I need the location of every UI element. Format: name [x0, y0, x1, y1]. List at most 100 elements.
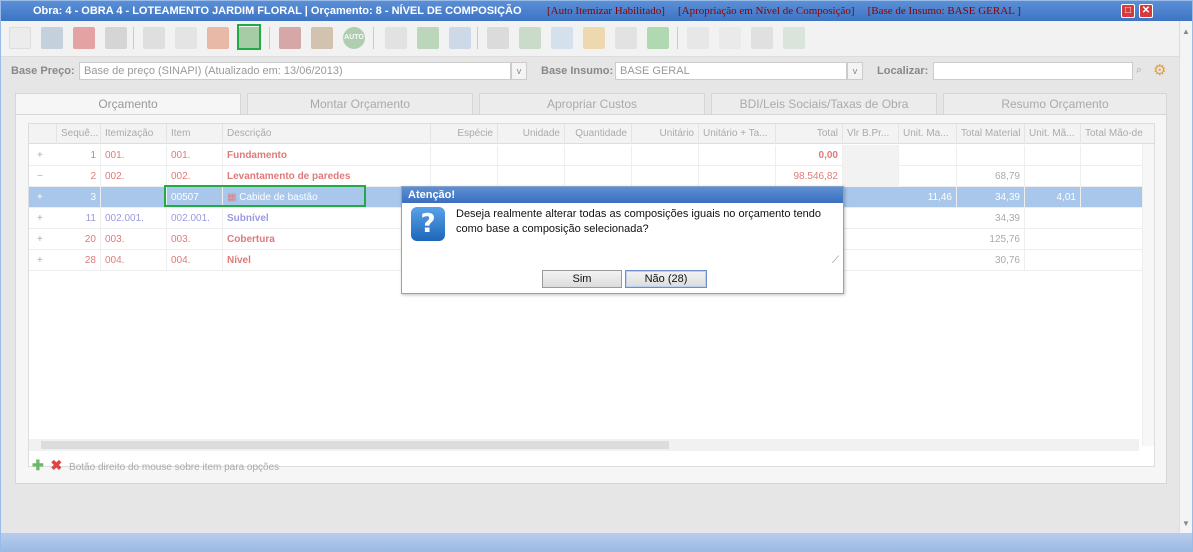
tab-orcamento[interactable]: Orçamento [15, 93, 241, 115]
cursor-icon[interactable] [487, 27, 509, 49]
paste-icon[interactable] [175, 27, 197, 49]
restore-button[interactable]: □ [1121, 4, 1135, 18]
new-document-icon[interactable] [9, 27, 31, 49]
cell-descricao: Nível [223, 250, 431, 271]
bar-chart-icon[interactable] [583, 27, 605, 49]
cell-seq: 20 [57, 229, 101, 250]
search-icon[interactable]: ⌕ [1136, 64, 1142, 77]
tools-icon[interactable] [751, 27, 773, 49]
vertical-scrollbar[interactable]: ▲ ▼ [1179, 21, 1192, 533]
resize-grip-icon[interactable]: ⟋ [832, 255, 839, 266]
expand-icon[interactable]: + [33, 229, 57, 250]
tab-apropriar-custos[interactable]: Apropriar Custos [479, 93, 705, 114]
cell-total-material: 34,39 [957, 187, 1025, 208]
col-total-material[interactable]: Total Material [957, 124, 1025, 144]
cell-total: 0,00 [776, 145, 843, 166]
base-preco-label: Base Preço: [11, 65, 75, 77]
list-icon[interactable] [279, 27, 301, 49]
cell-seq: 2 [57, 166, 101, 187]
col-unitario-taxa[interactable]: Unitário + Ta... [699, 124, 776, 144]
expand-icon[interactable]: + [33, 208, 57, 229]
cell-vlr-bpr [843, 166, 899, 187]
toolbar-separator [677, 27, 678, 49]
panel-footer: ✚ ✖ Botão direito do mouse sobre item pa… [32, 457, 279, 474]
tag-icon[interactable] [449, 27, 471, 49]
chevron-down-icon[interactable]: v [511, 62, 527, 80]
collapse-icon[interactable]: − [33, 166, 57, 187]
cell-itemizacao: 004. [101, 250, 167, 271]
calculator-icon[interactable] [385, 27, 407, 49]
edit-icon[interactable] [519, 27, 541, 49]
col-sequencia[interactable]: Sequê... [57, 124, 101, 144]
window-flags: [Auto Itemizar Habilitado] [Apropriação … [537, 5, 1021, 17]
report-icon[interactable] [311, 27, 333, 49]
yes-button[interactable]: Sim [542, 270, 622, 288]
col-total[interactable]: Total [776, 124, 843, 144]
money-icon[interactable] [417, 27, 439, 49]
col-total-mao[interactable]: Total Mão-de [1081, 124, 1154, 144]
col-unidade[interactable]: Unidade [498, 124, 565, 144]
col-unit-mao[interactable]: Unit. Mã... [1025, 124, 1081, 144]
no-button[interactable]: Não (28) [625, 270, 707, 288]
cell-seq: 28 [57, 250, 101, 271]
col-unitario[interactable]: Unitário [632, 124, 699, 144]
check-icon[interactable] [647, 27, 669, 49]
cell-itemizacao: 003. [101, 229, 167, 250]
document-copy-icon[interactable] [615, 27, 637, 49]
localizar-input[interactable] [933, 62, 1133, 80]
scroll-down-icon[interactable]: ▼ [1182, 519, 1190, 528]
grid-horizontal-scrollbar[interactable] [29, 439, 1139, 451]
cell-unitario [632, 145, 699, 166]
col-item[interactable]: Item [167, 124, 223, 144]
delete-icon[interactable]: ✖ [51, 457, 63, 473]
trash-icon[interactable] [105, 27, 127, 49]
base-preco-select[interactable]: Base de preço (SINAPI) (Atualizado em: 1… [79, 62, 511, 80]
cell-total-material: 68,79 [957, 166, 1025, 187]
col-vlr-bpr[interactable]: Vlr B.Pr... [843, 124, 899, 144]
blank-icon[interactable] [719, 27, 741, 49]
col-itemizacao[interactable]: Itemização [101, 124, 167, 144]
active-tool-highlight [237, 24, 261, 50]
copy-icon[interactable] [143, 27, 165, 49]
col-unit-material[interactable]: Unit. Ma... [899, 124, 957, 144]
dialog-message: Deseja realmente alterar todas as compos… [456, 208, 822, 235]
expand-icon[interactable]: + [33, 250, 57, 271]
main-window: Obra: 4 - OBRA 4 - LOTEAMENTO JARDIM FLO… [0, 0, 1193, 552]
expand-icon[interactable]: + [33, 187, 57, 208]
tab-resumo-orcamento[interactable]: Resumo Orçamento [943, 93, 1167, 114]
title-bar: Obra: 4 - OBRA 4 - LOTEAMENTO JARDIM FLO… [1, 1, 1192, 21]
print-icon[interactable] [41, 27, 63, 49]
sheet-icon[interactable] [687, 27, 709, 49]
filter-bar: Base Preço: Base de preço (SINAPI) (Atua… [1, 59, 1179, 83]
coins-icon[interactable] [783, 27, 805, 49]
expand-icon[interactable]: + [33, 145, 57, 166]
cell-total: 98.546,82 [776, 166, 843, 187]
cell-item: 001. [167, 145, 223, 166]
add-icon[interactable]: ✚ [32, 457, 44, 473]
cell-total-material: 125,76 [957, 229, 1025, 250]
base-insumo-select[interactable]: BASE GERAL [615, 62, 847, 80]
save-icon[interactable] [73, 27, 95, 49]
chevron-down-icon[interactable]: v [847, 62, 863, 80]
grid-vertical-scrollbar[interactable] [1142, 144, 1154, 446]
gear-icon[interactable]: ⚙ [1153, 61, 1166, 79]
scroll-up-icon[interactable]: ▲ [1182, 27, 1190, 36]
auto-icon[interactable]: AUTO [343, 27, 365, 49]
close-button[interactable]: ✕ [1139, 4, 1153, 18]
cell-total-material: 30,76 [957, 250, 1025, 271]
localizar-label: Localizar: [877, 65, 929, 77]
tab-bdi-leis-sociais[interactable]: BDI/Leis Sociais/Taxas de Obra [711, 93, 937, 114]
col-especie[interactable]: Espécie [431, 124, 498, 144]
cell-unitario-taxa [699, 166, 776, 187]
table-row[interactable]: + 1 001. 001. Fundamento 0,00 [29, 145, 1154, 166]
tab-montar-orcamento[interactable]: Montar Orçamento [247, 93, 473, 114]
table-row[interactable]: − 2 002. 002. Levantamento de paredes 98… [29, 166, 1154, 187]
bricks-icon[interactable] [207, 27, 229, 49]
cell-quantidade [565, 145, 632, 166]
cell-unidade [498, 145, 565, 166]
col-quantidade[interactable]: Quantidade [565, 124, 632, 144]
scrollbar-thumb[interactable] [41, 441, 669, 449]
chart-pie-icon[interactable] [551, 27, 573, 49]
col-descricao[interactable]: Descrição [223, 124, 431, 144]
cell-item: 004. [167, 250, 223, 271]
